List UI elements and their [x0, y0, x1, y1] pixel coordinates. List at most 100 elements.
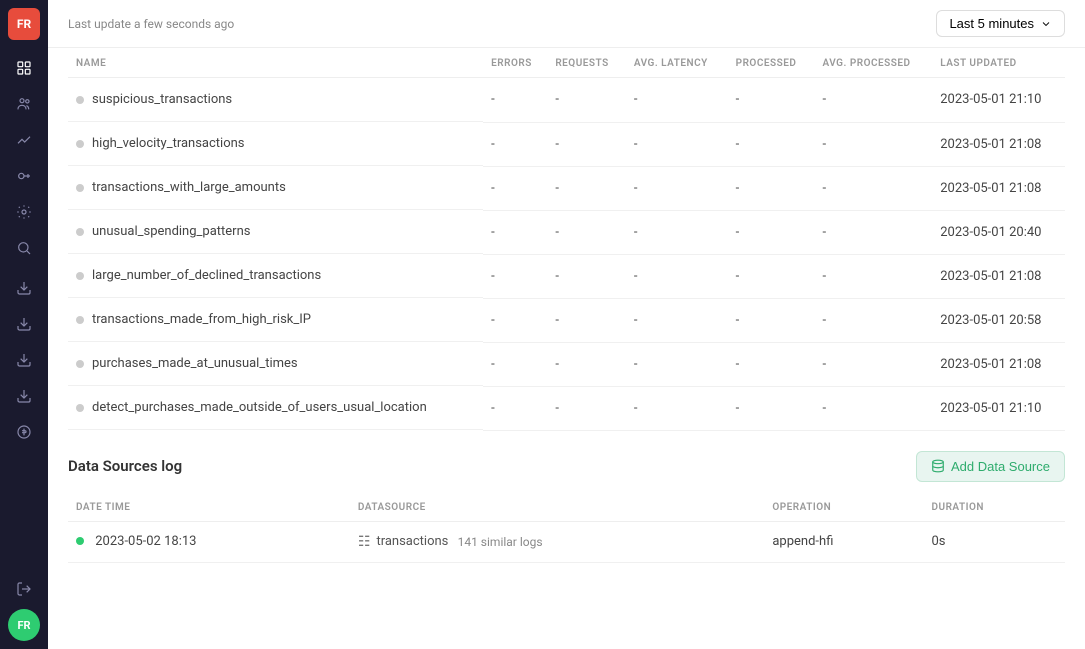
- sidebar-item-download1[interactable]: [8, 272, 40, 304]
- row-avg-latency: -: [626, 166, 728, 210]
- row-status-dot: [76, 184, 84, 192]
- row-requests: -: [547, 254, 626, 298]
- col-name: NAME: [68, 48, 483, 78]
- log-col-duration: DURATION: [924, 494, 1066, 522]
- row-avg-processed: -: [814, 210, 932, 254]
- table-icon: ☷: [358, 534, 371, 550]
- log-table: DATE TIME DATASOURCE OPERATION DURATION …: [68, 494, 1065, 563]
- row-name: detect_purchases_made_outside_of_users_u…: [92, 400, 427, 415]
- row-errors: -: [483, 254, 547, 298]
- main-content: Last update a few seconds ago Last 5 min…: [48, 0, 1085, 649]
- row-avg-processed: -: [814, 122, 932, 166]
- time-filter-button[interactable]: Last 5 minutes: [936, 10, 1065, 37]
- row-avg-processed: -: [814, 342, 932, 386]
- table-row[interactable]: large_number_of_declined_transactions - …: [68, 254, 1065, 298]
- row-avg-latency: -: [626, 210, 728, 254]
- sidebar-item-download4[interactable]: [8, 380, 40, 412]
- row-status-dot: [76, 140, 84, 148]
- time-filter-label: Last 5 minutes: [949, 16, 1034, 31]
- sidebar-item-chart[interactable]: [8, 124, 40, 156]
- log-similar: 141 similar logs: [452, 535, 543, 549]
- log-operation: append-hfi: [764, 521, 923, 562]
- sidebar-logo[interactable]: FR: [8, 8, 40, 40]
- row-errors: -: [483, 210, 547, 254]
- row-avg-latency: -: [626, 386, 728, 430]
- row-avg-processed: -: [814, 298, 932, 342]
- row-avg-processed: -: [814, 166, 932, 210]
- log-table-row[interactable]: 2023-05-02 18:13 ☷ transactions 141 simi…: [68, 521, 1065, 562]
- table-row[interactable]: unusual_spending_patterns - - - - - 2023…: [68, 210, 1065, 254]
- row-status-dot: [76, 272, 84, 280]
- content-area: NAME ERRORS REQUESTS AVG. LATENCY PROCES…: [48, 48, 1085, 649]
- row-requests: -: [547, 166, 626, 210]
- datasources-log-title: Data Sources log: [68, 457, 182, 475]
- row-last-updated: 2023-05-01 20:58: [932, 298, 1065, 342]
- row-errors: -: [483, 386, 547, 430]
- log-col-operation: OPERATION: [764, 494, 923, 522]
- row-last-updated: 2023-05-01 21:08: [932, 342, 1065, 386]
- sidebar-item-settings[interactable]: [8, 196, 40, 228]
- row-name: high_velocity_transactions: [92, 136, 245, 151]
- row-last-updated: 2023-05-01 21:08: [932, 254, 1065, 298]
- col-processed: PROCESSED: [728, 48, 815, 78]
- datasources-log-section: Data Sources log Add Data Source: [68, 431, 1065, 494]
- add-datasource-label: Add Data Source: [951, 459, 1050, 474]
- row-errors: -: [483, 122, 547, 166]
- sidebar-item-dashboard[interactable]: [8, 52, 40, 84]
- row-avg-latency: -: [626, 342, 728, 386]
- table-row[interactable]: suspicious_transactions - - - - - 2023-0…: [68, 78, 1065, 123]
- rules-table: NAME ERRORS REQUESTS AVG. LATENCY PROCES…: [68, 48, 1065, 431]
- last-update-label: Last update a few seconds ago: [68, 17, 234, 31]
- log-datasource: ☷ transactions 141 similar logs: [350, 521, 764, 562]
- sidebar-item-search[interactable]: [8, 232, 40, 264]
- table-row[interactable]: transactions_with_large_amounts - - - - …: [68, 166, 1065, 210]
- row-status-dot: [76, 360, 84, 368]
- col-avg-latency: AVG. LATENCY: [626, 48, 728, 78]
- row-requests: -: [547, 298, 626, 342]
- row-last-updated: 2023-05-01 21:08: [932, 166, 1065, 210]
- log-duration: 0s: [924, 521, 1066, 562]
- add-datasource-button[interactable]: Add Data Source: [916, 451, 1065, 482]
- table-row[interactable]: transactions_made_from_high_risk_IP - - …: [68, 298, 1065, 342]
- table-row[interactable]: high_velocity_transactions - - - - - 202…: [68, 122, 1065, 166]
- row-processed: -: [728, 386, 815, 430]
- row-avg-processed: -: [814, 78, 932, 123]
- row-last-updated: 2023-05-01 21:08: [932, 122, 1065, 166]
- row-processed: -: [728, 78, 815, 123]
- row-last-updated: 2023-05-01 20:40: [932, 210, 1065, 254]
- row-processed: -: [728, 122, 815, 166]
- row-requests: -: [547, 210, 626, 254]
- sidebar: FR FR: [0, 0, 48, 649]
- row-status-dot: [76, 228, 84, 236]
- sidebar-item-users[interactable]: [8, 88, 40, 120]
- sidebar-item-download3[interactable]: [8, 344, 40, 376]
- row-name: transactions_with_large_amounts: [92, 180, 286, 195]
- log-status-dot: [76, 537, 84, 545]
- col-requests: REQUESTS: [547, 48, 626, 78]
- table-row[interactable]: purchases_made_at_unusual_times - - - - …: [68, 342, 1065, 386]
- row-processed: -: [728, 298, 815, 342]
- row-requests: -: [547, 386, 626, 430]
- log-col-datetime: DATE TIME: [68, 494, 350, 522]
- row-name: purchases_made_at_unusual_times: [92, 356, 298, 371]
- sidebar-item-coin[interactable]: [8, 416, 40, 448]
- header-bar: Last update a few seconds ago Last 5 min…: [48, 0, 1085, 48]
- row-name: large_number_of_declined_transactions: [92, 268, 321, 283]
- table-row[interactable]: detect_purchases_made_outside_of_users_u…: [68, 386, 1065, 430]
- row-avg-latency: -: [626, 78, 728, 123]
- row-avg-latency: -: [626, 254, 728, 298]
- col-errors: ERRORS: [483, 48, 547, 78]
- row-name: unusual_spending_patterns: [92, 224, 250, 239]
- row-avg-processed: -: [814, 386, 932, 430]
- sidebar-item-logout[interactable]: [8, 573, 40, 605]
- row-avg-latency: -: [626, 122, 728, 166]
- sidebar-item-download2[interactable]: [8, 308, 40, 340]
- sidebar-user-avatar[interactable]: FR: [8, 609, 40, 641]
- row-errors: -: [483, 166, 547, 210]
- row-errors: -: [483, 342, 547, 386]
- row-requests: -: [547, 122, 626, 166]
- row-name: transactions_made_from_high_risk_IP: [92, 312, 311, 327]
- log-col-datasource: DATASOURCE: [350, 494, 764, 522]
- row-errors: -: [483, 298, 547, 342]
- sidebar-item-key[interactable]: [8, 160, 40, 192]
